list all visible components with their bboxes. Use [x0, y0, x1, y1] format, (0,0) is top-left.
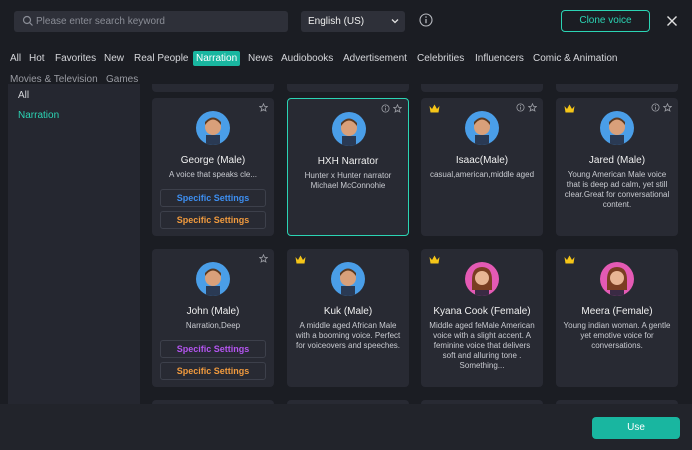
info-icon[interactable] [516, 103, 525, 112]
premium-crown-icon [564, 255, 575, 264]
favorite-star-icon[interactable] [663, 103, 672, 112]
voice-description: Narration,Deep [185, 321, 241, 330]
language-select[interactable]: English (US) [301, 11, 405, 32]
tab-narration[interactable]: Narration [193, 51, 241, 66]
specific-settings-button[interactable]: Specific Settings [160, 211, 266, 229]
voice-description: A voice that speaks cle... [168, 170, 258, 179]
voice-description: Middle aged feMale American voice with a… [429, 321, 535, 370]
tab-new[interactable]: New [104, 51, 124, 66]
tab-games[interactable]: Games [106, 72, 138, 84]
close-icon[interactable] [666, 15, 678, 27]
tab-hot[interactable]: Hot [29, 51, 45, 66]
category-tabs: All Hot Favorites New Real People Narrat… [0, 48, 692, 84]
tab-audiobooks[interactable]: Audiobooks [281, 51, 333, 66]
voice-description: Young American Male voice that is deep a… [564, 170, 670, 209]
sidebar-item-narration[interactable]: Narration [18, 110, 59, 121]
premium-crown-icon [429, 255, 440, 264]
voice-card-partial[interactable] [556, 84, 678, 92]
search-box[interactable] [14, 11, 288, 32]
voice-name: Kuk (Male) [323, 306, 373, 317]
voice-card[interactable]: George (Male) A voice that speaks cle...… [152, 98, 274, 236]
voice-description: casual,american,middle aged [429, 170, 535, 179]
voice-card-partial[interactable] [421, 84, 543, 92]
specific-settings-button[interactable]: Specific Settings [160, 362, 266, 380]
tab-real-people[interactable]: Real People [134, 51, 188, 66]
info-icon[interactable] [651, 103, 660, 112]
info-icon[interactable] [381, 104, 390, 113]
specific-settings-button[interactable]: Specific Settings [160, 189, 266, 207]
premium-crown-icon [429, 104, 440, 113]
tab-celebrities[interactable]: Celebrities [417, 51, 464, 66]
voice-card-partial[interactable] [287, 84, 409, 92]
favorite-star-icon[interactable] [393, 104, 402, 113]
search-input[interactable] [36, 11, 282, 32]
premium-crown-icon [564, 104, 575, 113]
sidebar-item-all[interactable]: All [18, 90, 29, 101]
voice-name: George (Male) [180, 155, 246, 166]
tab-news[interactable]: News [248, 51, 273, 66]
clone-voice-button[interactable]: Clone voice [561, 10, 650, 32]
use-button[interactable]: Use [592, 417, 680, 439]
info-icon[interactable] [419, 13, 433, 27]
footer-bar: Use [0, 404, 692, 450]
voice-card[interactable]: Jared (Male) Young American Male voice t… [556, 98, 678, 236]
avatar [332, 112, 366, 146]
voice-card[interactable]: Kuk (Male) A middle aged African Male wi… [287, 249, 409, 387]
tab-movies-television[interactable]: Movies & Television [10, 72, 98, 84]
avatar [600, 111, 634, 145]
voice-description: A middle aged African Male with a boomin… [295, 321, 401, 350]
search-icon [22, 15, 33, 26]
voice-name: John (Male) [186, 306, 240, 317]
sidebar: All Narration [8, 84, 140, 404]
voice-name: Kyana Cook (Female) [433, 306, 531, 317]
voice-card[interactable]: Meera (Female) Young indian woman. A gen… [556, 249, 678, 387]
top-bar: English (US) Clone voice [0, 0, 692, 44]
voice-card[interactable]: Kyana Cook (Female) Middle aged feMale A… [421, 249, 543, 387]
tab-favorites[interactable]: Favorites [55, 51, 96, 66]
voice-card-partial[interactable] [152, 84, 274, 92]
voice-name: Meera (Female) [581, 306, 653, 317]
chevron-down-icon [391, 19, 399, 24]
tab-influencers[interactable]: Influencers [475, 51, 524, 66]
avatar [196, 262, 230, 296]
voice-name: HXH Narrator [317, 156, 379, 167]
avatar [465, 111, 499, 145]
voice-card[interactable]: John (Male) Narration,Deep Specific Sett… [152, 249, 274, 387]
voice-name: Isaac(Male) [455, 155, 509, 166]
voice-card[interactable]: Isaac(Male) casual,american,middle aged [421, 98, 543, 236]
tab-advertisement[interactable]: Advertisement [343, 51, 407, 66]
tab-all[interactable]: All [10, 51, 21, 66]
favorite-star-icon[interactable] [528, 103, 537, 112]
favorite-star-icon[interactable] [259, 254, 268, 263]
specific-settings-button[interactable]: Specific Settings [160, 340, 266, 358]
voice-grid: George (Male) A voice that speaks cle...… [140, 84, 692, 404]
avatar [600, 262, 634, 296]
tab-comic-animation[interactable]: Comic & Animation [533, 51, 617, 66]
avatar [331, 262, 365, 296]
avatar [196, 111, 230, 145]
language-selected-value: English (US) [308, 16, 365, 27]
voice-card-selected[interactable]: HXH Narrator Hunter x Hunter narrator Mi… [287, 98, 409, 236]
premium-crown-icon [295, 255, 306, 264]
favorite-star-icon[interactable] [259, 103, 268, 112]
voice-description: Hunter x Hunter narrator Michael McConno… [304, 171, 392, 190]
avatar [465, 262, 499, 296]
voice-description: Young indian woman. A gentle yet emotive… [563, 321, 671, 350]
voice-name: Jared (Male) [588, 155, 646, 166]
